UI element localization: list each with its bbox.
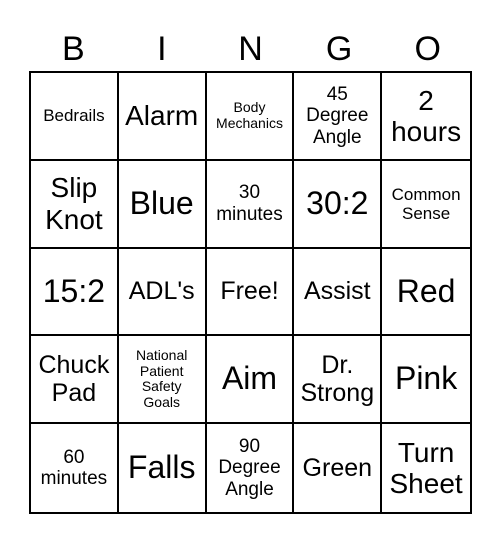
bingo-cell-text: Body Mechanics [216,99,283,131]
bingo-cell[interactable]: Common Sense [382,161,470,249]
bingo-cell[interactable]: 30 minutes [206,160,295,249]
bingo-header: B I N G O [29,26,472,72]
bingo-board: Bedrails Alarm Body Mechanics 45 Degree Ang… [29,71,472,514]
bingo-cell-text: Free! [220,277,279,306]
header-letter-n: N [238,30,263,68]
bingo-cell-text: Turn Sheet [389,436,463,500]
bingo-cell[interactable]: 2 hours [382,73,470,161]
bingo-cell-text: Falls [127,449,196,486]
bingo-cell-text: Common Sense [391,184,461,223]
bingo-cell[interactable]: Body Mechanics [206,73,295,161]
bingo-cell-text: 90 Degree Angle [218,436,281,500]
bingo-cell-text: Dr. Strong [300,351,375,408]
bingo-cell[interactable]: Falls [119,424,207,512]
bingo-cell-text: 15:2 [42,272,106,309]
bingo-cell-text: Chuck Pad [38,351,110,408]
bingo-cell-text: Bedrails [43,106,105,126]
bingo-cell[interactable]: National Patient Safety Goals [118,336,207,425]
bingo-cell[interactable]: 60 minutes [31,424,119,512]
bingo-cell-text: 30 minutes [216,182,283,225]
bingo-cell[interactable]: Slip Knot [31,160,119,249]
bingo-cell[interactable]: 45 Degree Angle [294,73,383,161]
bingo-cell-text: Assist [303,277,371,306]
bingo-cell[interactable]: Bedrails [31,73,119,161]
header-letter-i: I [157,30,167,68]
bingo-cell[interactable]: Alarm [118,73,207,161]
bingo-cell-text: Blue [129,184,194,221]
bingo-cell-text: 45 Degree Angle [306,84,369,148]
bingo-cell[interactable]: Chuck Pad [31,336,119,425]
bingo-cell[interactable]: Blue [118,160,207,249]
bingo-cell-text: Pink [394,360,458,397]
bingo-cell[interactable]: ADL's [118,248,207,337]
bingo-cell-text: National Patient Safety Goals [136,346,188,410]
bingo-cell-text: 60 minutes [40,446,108,490]
bingo-cell[interactable]: Turn Sheet [382,424,470,512]
bingo-cell-text: Alarm [125,100,199,132]
bingo-cell[interactable]: Assist [294,248,383,337]
bingo-cell[interactable]: 90 Degree Angle [207,424,295,512]
bingo-cell[interactable]: Dr. Strong [294,336,383,425]
bingo-cell-text: 30:2 [306,184,369,221]
bingo-cell[interactable]: Red [382,249,470,337]
header-letter-o: O [414,30,441,68]
bingo-cell[interactable]: Pink [382,336,470,425]
header-letter-b: B [61,30,85,68]
bingo-cell-text: ADL's [128,277,195,306]
bingo-cell[interactable]: Free! [206,248,295,337]
bingo-cell[interactable]: Aim [206,336,295,425]
header-letter-g: G [325,30,353,68]
bingo-cell[interactable]: Green [294,424,383,512]
bingo-cell-text: Aim [221,360,278,397]
bingo-cell-text: 2 hours [391,84,462,147]
bingo-cell-text: Slip Knot [45,172,103,235]
bingo-cell[interactable]: 30:2 [294,160,383,249]
bingo-cell[interactable]: 15:2 [31,248,119,337]
bingo-cell-text: Green [302,454,373,483]
bingo-cell-text: Red [396,272,456,309]
